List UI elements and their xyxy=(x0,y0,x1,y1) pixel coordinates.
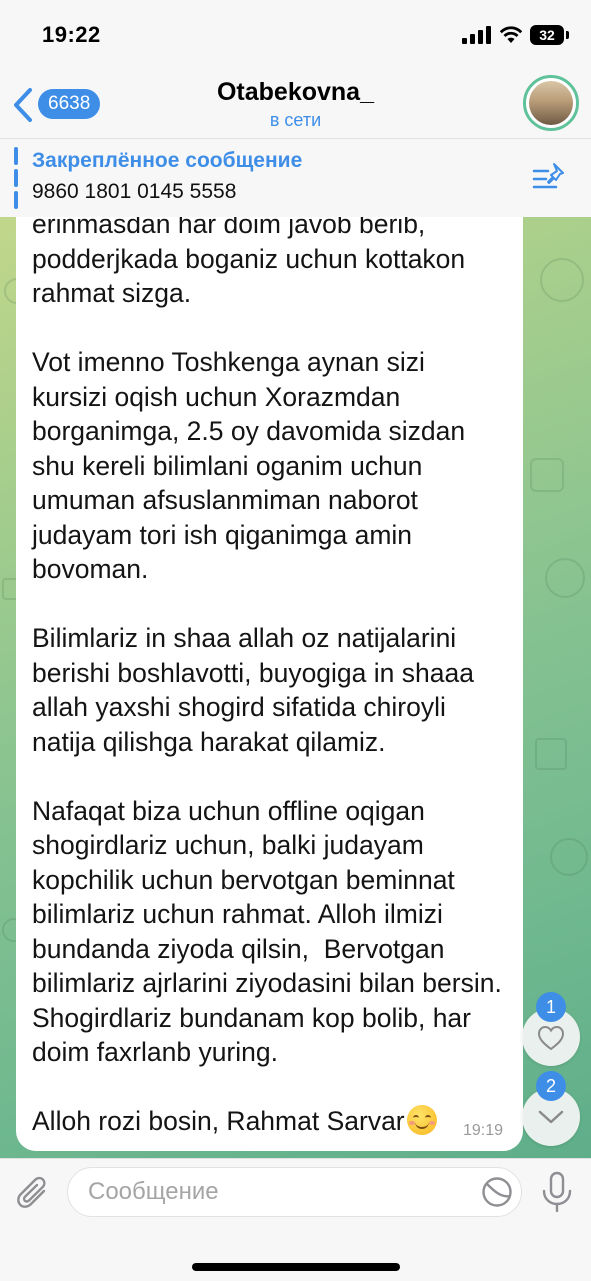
pinned-text: 9860 1801 0145 5558 xyxy=(32,180,237,203)
message-body: erinmasdan har doim javob berib, podderj… xyxy=(32,209,502,1136)
paperclip-icon[interactable] xyxy=(14,1173,54,1213)
chat-title[interactable]: Otabekovna_ xyxy=(0,78,591,107)
smiling-face-icon xyxy=(406,1105,437,1135)
microphone-icon[interactable] xyxy=(540,1171,574,1213)
message-time: 19:19 xyxy=(463,1122,504,1139)
battery-tip xyxy=(566,31,569,39)
message-text: erinmasdan har doim javob berib, podderj… xyxy=(32,207,517,1139)
avatar[interactable] xyxy=(523,75,579,131)
status-bar: 19:22 32 xyxy=(0,0,591,72)
reactions-badge: 1 xyxy=(536,992,566,1022)
cellular-signal-icon xyxy=(462,26,492,44)
message-bubble[interactable]: erinmasdan har doim javob berib, podderj… xyxy=(16,140,523,1151)
sticker-icon[interactable] xyxy=(481,1176,513,1208)
chevron-down-icon xyxy=(538,1110,564,1124)
unread-badge: 2 xyxy=(536,1071,566,1101)
status-time: 19:22 xyxy=(42,22,101,47)
online-status: в сети xyxy=(269,110,322,130)
battery-indicator: 32 xyxy=(530,25,564,45)
message-input[interactable] xyxy=(67,1167,522,1217)
pinned-message-bar[interactable]: Закреплённое сообщение 9860 1801 0145 55… xyxy=(0,138,591,217)
chat-header: 6638 Otabekovna_ в сети xyxy=(0,72,591,138)
heart-icon xyxy=(537,1025,565,1051)
home-indicator xyxy=(192,1263,400,1271)
wifi-icon xyxy=(499,26,523,43)
pin-list-icon[interactable] xyxy=(532,161,568,193)
avatar-image xyxy=(529,81,573,125)
message-input-bar xyxy=(0,1158,591,1281)
pinned-indicator xyxy=(14,147,18,209)
pinned-label: Закреплённое сообщение xyxy=(32,149,303,172)
